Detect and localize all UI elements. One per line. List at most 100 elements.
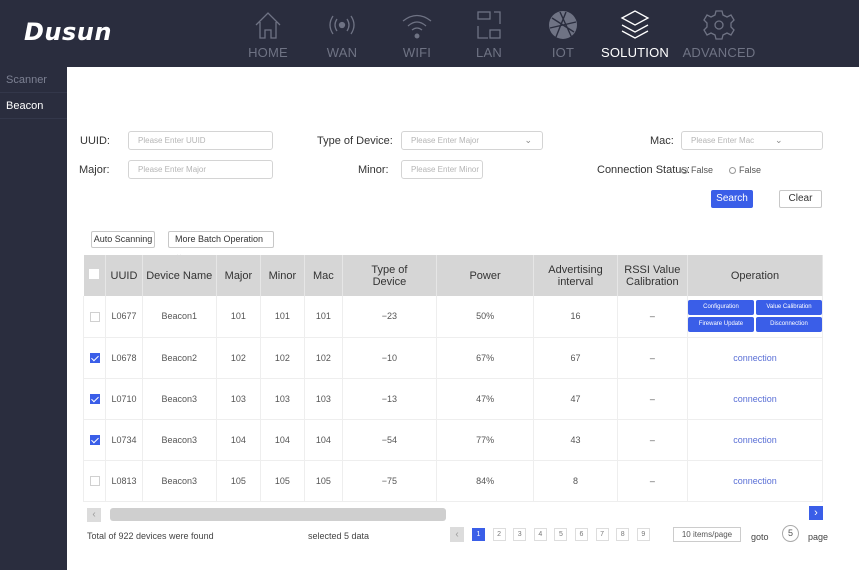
page-button[interactable]: 9 xyxy=(636,528,650,541)
cell-type-of-device: −54 xyxy=(342,419,437,461)
header-power[interactable]: Power xyxy=(436,255,535,296)
cell-advertising-interval: 16 xyxy=(533,296,618,338)
cell-rssi-calibration: – xyxy=(617,460,688,502)
nav-solution-label: SOLUTION xyxy=(600,45,670,60)
firmware-update-button[interactable]: Fireware Update xyxy=(687,317,754,333)
nav-home[interactable]: HOME xyxy=(232,0,304,67)
search-button[interactable]: Search xyxy=(711,190,753,208)
header-type-of-device[interactable]: Type of Device xyxy=(342,255,437,296)
horizontal-scrollbar[interactable] xyxy=(110,508,446,521)
table-row: L0677 Beacon1 101 101 101 −23 50% 16– Configurat… xyxy=(82,296,824,338)
prev-page-button[interactable]: ‹ xyxy=(450,527,464,542)
cell-mac: 103 xyxy=(304,378,343,420)
items-per-page-select[interactable]: 10 items/page xyxy=(673,527,741,542)
nav-lan[interactable]: LAN xyxy=(453,0,525,67)
select-all-cell xyxy=(83,255,107,296)
page-button[interactable]: 3 xyxy=(513,528,527,541)
cell-power: 84% xyxy=(436,460,535,502)
mac-select[interactable]: Please Enter Mac ⌄ xyxy=(681,131,823,150)
select-all-checkbox[interactable] xyxy=(89,269,100,279)
nav-wan-label: WAN xyxy=(326,45,358,60)
connection-status-radio-1[interactable]: False xyxy=(681,165,713,175)
page-button[interactable]: 2 xyxy=(492,528,506,541)
scroll-right-button[interactable]: › xyxy=(809,506,823,520)
row-checkbox[interactable] xyxy=(89,393,100,404)
header-uuid[interactable]: UUID xyxy=(105,255,143,296)
radio-label: False xyxy=(691,165,714,175)
page-button[interactable]: 4 xyxy=(533,528,547,541)
table-header-row: UUID Device Name Major Minor Mac Type of… xyxy=(83,255,824,296)
operation-button-group: Configuration Value Calibration Fireware U… xyxy=(687,300,822,333)
value-calibration-button[interactable]: Value Calibration xyxy=(755,300,822,316)
cell-power: 50% xyxy=(436,296,535,338)
page-button[interactable]: 1 xyxy=(472,528,485,541)
cell-advertising-interval: 47 xyxy=(533,378,618,420)
cell-operation: connection xyxy=(687,460,824,502)
header-minor[interactable]: Minor xyxy=(260,255,305,296)
goto-label: goto xyxy=(751,532,769,542)
sidebar-item-beacon[interactable]: Beacon xyxy=(0,93,67,119)
page-button[interactable]: 8 xyxy=(616,528,630,541)
header-advertising-interval[interactable]: Advertising interval xyxy=(533,255,618,296)
connection-link[interactable]: connection xyxy=(733,435,777,445)
row-select-cell xyxy=(82,337,107,379)
goto-page-input[interactable]: 5 xyxy=(782,525,799,542)
page-button[interactable]: 7 xyxy=(595,528,609,541)
cell-device-name: Beacon3 xyxy=(142,419,217,461)
uuid-label: UUID: xyxy=(80,135,110,147)
nav-advanced[interactable]: ADVANCED xyxy=(680,0,758,67)
row-select-cell xyxy=(82,296,107,338)
header-mac[interactable]: Mac xyxy=(304,255,343,296)
table-row: L0813 Beacon3 105 105 105 −75 84% 8– connection xyxy=(82,460,824,502)
row-checkbox[interactable] xyxy=(89,434,100,445)
header-major[interactable]: Major xyxy=(216,255,262,296)
wifi-icon xyxy=(402,14,432,39)
nav-solution[interactable]: SOLUTION xyxy=(599,0,671,67)
chevron-down-icon: ⌄ xyxy=(524,135,532,145)
type-of-device-select[interactable]: Please Enter Major ⌄ xyxy=(401,131,543,150)
disconnection-button[interactable]: Disconnection xyxy=(755,317,822,333)
page-button[interactable]: 6 xyxy=(575,528,588,541)
cell-uuid: L0710 xyxy=(105,378,143,420)
beacon-table: UUID Device Name Major Minor Mac Type of… xyxy=(82,255,824,502)
header-rssi-calibration[interactable]: RSSI Value Calibration xyxy=(617,255,688,296)
more-batch-operation-dropdown[interactable]: More Batch Operation ⌄ xyxy=(168,231,274,259)
configuration-button[interactable]: Configuration xyxy=(687,300,754,316)
nav-wifi[interactable]: WIFI xyxy=(381,0,453,67)
nav-wan[interactable]: WAN xyxy=(306,0,378,67)
header-operation: Operation xyxy=(687,255,824,296)
nav-lan-label: LAN xyxy=(476,45,502,60)
nav-advanced-label: ADVANCED xyxy=(682,45,756,60)
cell-type-of-device: −75 xyxy=(342,460,437,502)
cell-uuid: L0678 xyxy=(105,337,143,379)
connection-link[interactable]: connection xyxy=(733,353,777,363)
auto-scanning-button[interactable]: Auto Scanning xyxy=(91,231,155,248)
cell-major: 103 xyxy=(216,378,262,420)
scroll-left-button[interactable]: ‹ xyxy=(87,508,101,522)
connection-link[interactable]: connection xyxy=(733,476,777,486)
sidebar-item-scanner[interactable]: Scanner xyxy=(0,67,67,93)
connection-link[interactable]: connection xyxy=(733,394,777,404)
gear-icon xyxy=(703,10,735,40)
uuid-input[interactable]: Please Enter UUID xyxy=(128,131,273,150)
nav-wifi-label: WIFI xyxy=(402,45,432,60)
cell-power: 67% xyxy=(436,337,535,379)
row-checkbox[interactable] xyxy=(89,475,100,486)
cell-advertising-interval: 8 xyxy=(533,460,618,502)
cell-operation: connection xyxy=(687,419,824,461)
nav-iot[interactable]: IOT xyxy=(527,0,599,67)
minor-input[interactable]: Please Enter Minor xyxy=(401,160,483,179)
cell-type-of-device: −23 xyxy=(342,296,437,338)
minor-label: Minor: xyxy=(358,164,389,176)
cell-mac: 105 xyxy=(304,460,343,502)
row-checkbox[interactable] xyxy=(89,352,100,363)
row-checkbox[interactable] xyxy=(89,311,100,322)
header-device-name[interactable]: Device Name xyxy=(142,255,217,296)
cell-rssi-calibration: – xyxy=(617,419,688,461)
page-button[interactable]: 5 xyxy=(554,528,568,541)
cell-minor: 103 xyxy=(260,378,305,420)
row-select-cell xyxy=(82,378,107,420)
connection-status-radio-2[interactable]: False xyxy=(729,165,761,175)
clear-button[interactable]: Clear xyxy=(779,190,822,208)
major-input[interactable]: Please Enter Major xyxy=(128,160,273,179)
